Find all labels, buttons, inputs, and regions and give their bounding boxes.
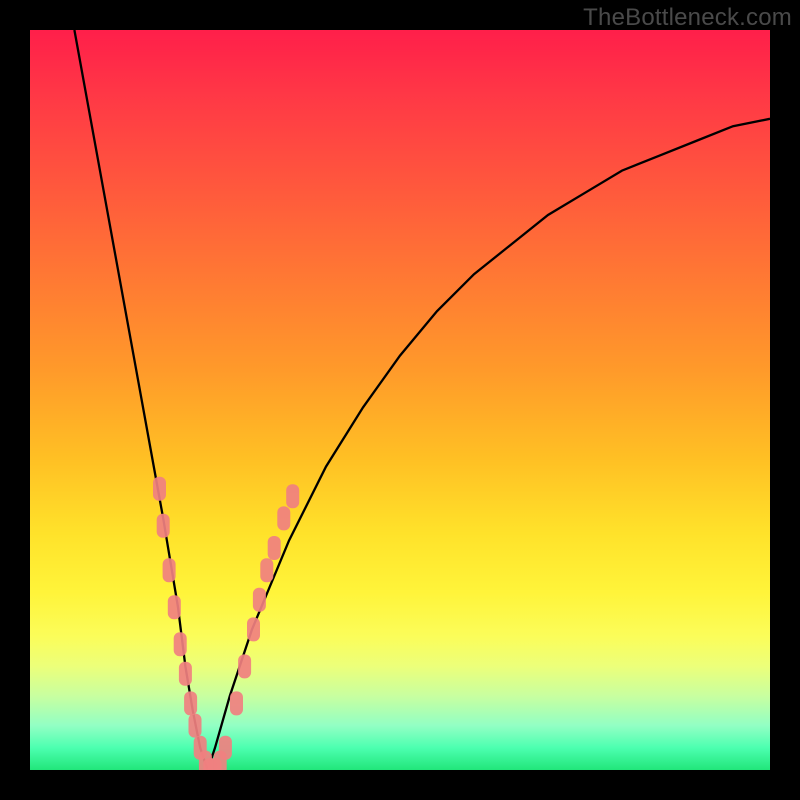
data-point-marker: [184, 691, 197, 715]
data-point-marker: [230, 691, 243, 715]
data-point-marker: [189, 714, 202, 738]
bottleneck-curve: [74, 30, 770, 770]
marker-layer: [153, 477, 299, 770]
data-point-marker: [153, 477, 166, 501]
data-point-marker: [238, 654, 251, 678]
data-point-marker: [174, 632, 187, 656]
data-point-marker: [277, 506, 290, 530]
data-point-marker: [168, 595, 181, 619]
data-point-marker: [260, 558, 273, 582]
data-point-marker: [179, 662, 192, 686]
data-point-marker: [268, 536, 281, 560]
chart-svg: [30, 30, 770, 770]
data-point-marker: [219, 736, 232, 760]
watermark-text: TheBottleneck.com: [583, 4, 792, 32]
data-point-marker: [157, 514, 170, 538]
data-point-marker: [163, 558, 176, 582]
plot-area: [30, 30, 770, 770]
data-point-marker: [286, 484, 299, 508]
data-point-marker: [253, 588, 266, 612]
data-point-marker: [247, 617, 260, 641]
outer-frame: TheBottleneck.com: [0, 0, 800, 800]
